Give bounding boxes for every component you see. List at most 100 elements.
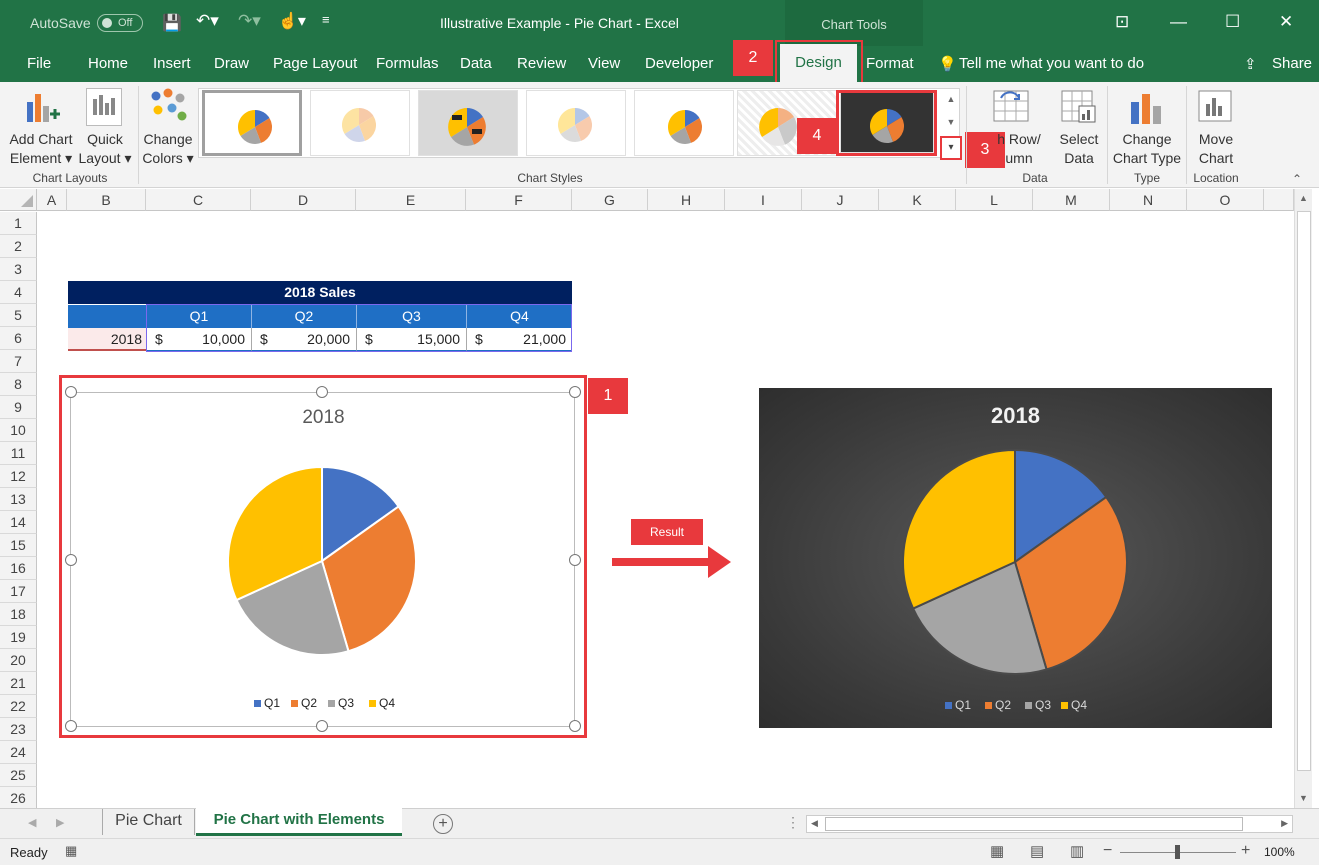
column-header[interactable]: L (956, 189, 1033, 211)
zoom-slider-thumb[interactable] (1175, 845, 1180, 859)
gallery-scroll-up-icon[interactable]: ▲ (944, 88, 958, 110)
column-header[interactable]: H (648, 189, 725, 211)
row-header[interactable]: 23 (0, 718, 37, 741)
row-header[interactable]: 25 (0, 764, 37, 787)
gallery-more-icon[interactable]: ▾ (940, 136, 962, 160)
chart-default-style[interactable]: 2018 Q1 Q2 Q3 Q4 (70, 392, 575, 727)
sheet-tab-pie-chart-with-elements[interactable]: Pie Chart with Elements (196, 808, 402, 836)
resize-handle-left[interactable] (65, 554, 77, 566)
legend-q3[interactable]: Q3 (328, 696, 354, 710)
legend-dark-q3[interactable]: Q3 (1025, 698, 1051, 712)
column-header[interactable]: F (466, 189, 572, 211)
table-title[interactable]: 2018 Sales (68, 281, 572, 304)
legend-dark-q1[interactable]: Q1 (945, 698, 971, 712)
chart-style-5[interactable] (634, 90, 734, 156)
row-header[interactable]: 12 (0, 465, 37, 488)
page-layout-view-icon[interactable]: ▤ (1030, 842, 1044, 860)
zoom-level[interactable]: 100% (1264, 845, 1295, 859)
row-header[interactable]: 5 (0, 304, 37, 327)
resize-handle-top[interactable] (316, 386, 328, 398)
chart-style-4[interactable] (526, 90, 626, 156)
change-chart-type-button[interactable]: Change Chart Type (1108, 130, 1186, 168)
scroll-right-icon[interactable]: ▶ (1281, 818, 1288, 829)
gallery-scroll-down-icon[interactable]: ▼ (944, 111, 958, 133)
column-header[interactable]: G (572, 189, 648, 211)
resize-handle-top-right[interactable] (569, 386, 581, 398)
tab-split-handle-icon[interactable]: ⋮ (786, 814, 800, 831)
select-data-button[interactable]: Select Data (1050, 130, 1108, 168)
row-header[interactable]: 17 (0, 580, 37, 603)
add-sheet-icon[interactable]: + (433, 814, 453, 834)
chart-dark-style[interactable]: 2018 Q1 Q2 Q3 Q4 (759, 388, 1272, 728)
tab-data[interactable]: Data (460, 55, 492, 72)
prev-sheet-icon[interactable]: ◀ (28, 816, 36, 829)
row-header[interactable]: 11 (0, 442, 37, 465)
sheet-tab-pie-chart[interactable]: Pie Chart (102, 809, 195, 835)
chart-style-1[interactable] (202, 90, 302, 156)
macro-record-icon[interactable]: ▦ (65, 843, 77, 859)
horizontal-scrollbar[interactable]: ◀ ▶ (806, 815, 1293, 833)
column-header[interactable]: C (146, 189, 251, 211)
zoom-out-icon[interactable]: − (1103, 842, 1112, 860)
quick-layout-button[interactable]: Quick Layout ▾ (76, 130, 134, 168)
resize-handle-bottom[interactable] (316, 720, 328, 732)
row-header[interactable]: 18 (0, 603, 37, 626)
chart-style-3[interactable] (418, 90, 518, 156)
legend-dark-q2[interactable]: Q2 (985, 698, 1011, 712)
column-header[interactable]: O (1187, 189, 1264, 211)
scrollbar-thumb[interactable] (1297, 211, 1311, 771)
change-colors-icon[interactable] (148, 88, 188, 128)
column-header[interactable]: K (879, 189, 956, 211)
column-header[interactable]: N (1110, 189, 1187, 211)
resize-handle-bottom-left[interactable] (65, 720, 77, 732)
table-header-blank[interactable] (68, 305, 146, 328)
zoom-in-icon[interactable]: + (1241, 842, 1250, 860)
row-header[interactable]: 8 (0, 373, 37, 396)
row-header[interactable]: 22 (0, 695, 37, 718)
close-icon[interactable]: ✕ (1279, 12, 1293, 32)
quick-layout-icon[interactable] (86, 88, 122, 126)
row-header[interactable]: 14 (0, 511, 37, 534)
switch-row-column-icon[interactable] (993, 90, 1029, 124)
row-header[interactable]: 2 (0, 235, 37, 258)
row-header[interactable]: 19 (0, 626, 37, 649)
tab-insert[interactable]: Insert (153, 55, 191, 72)
tab-page-layout[interactable]: Page Layout (273, 55, 357, 72)
move-chart-button[interactable]: Move Chart (1188, 130, 1244, 168)
row-header[interactable]: 9 (0, 396, 37, 419)
row-header[interactable]: 1 (0, 212, 37, 235)
column-header[interactable]: A (37, 189, 67, 211)
row-header[interactable]: 4 (0, 281, 37, 304)
row-header[interactable]: 6 (0, 327, 37, 350)
tab-file[interactable]: File (27, 55, 51, 72)
ribbon-display-options-icon[interactable]: ⊡ (1115, 12, 1129, 32)
select-data-icon[interactable] (1061, 90, 1097, 124)
undo-icon[interactable]: ↶▾ (196, 11, 219, 31)
select-all-corner[interactable] (0, 189, 37, 211)
normal-view-icon[interactable]: ▦ (990, 842, 1004, 860)
scroll-up-icon[interactable]: ▲ (1299, 193, 1308, 203)
vertical-scrollbar[interactable]: ▲ ▼ (1294, 189, 1312, 809)
collapse-ribbon-icon[interactable]: ⌃ (1292, 172, 1302, 186)
column-header[interactable]: E (356, 189, 466, 211)
touch-mode-icon[interactable]: ☝▾ (278, 11, 306, 31)
share-icon[interactable]: ⇪ (1244, 55, 1257, 73)
row-header[interactable]: 20 (0, 649, 37, 672)
column-header[interactable]: B (67, 189, 146, 211)
resize-handle-right[interactable] (569, 554, 581, 566)
row-header[interactable]: 7 (0, 350, 37, 373)
next-sheet-icon[interactable]: ▶ (56, 816, 64, 829)
scroll-down-icon[interactable]: ▼ (1299, 793, 1308, 803)
tab-view[interactable]: View (588, 55, 620, 72)
row-header[interactable]: 13 (0, 488, 37, 511)
tab-developer[interactable]: Developer (645, 55, 713, 72)
table-row-label[interactable]: 2018 (68, 328, 146, 351)
add-chart-element-button[interactable]: Add Chart Element ▾ (2, 130, 80, 168)
tab-home[interactable]: Home (88, 55, 128, 72)
switch-row-column-button[interactable]: h Row/umn (986, 130, 1052, 168)
move-chart-icon[interactable] (1198, 90, 1234, 124)
tab-draw[interactable]: Draw (214, 55, 249, 72)
chart-style-2[interactable] (310, 90, 410, 156)
row-header[interactable]: 26 (0, 787, 37, 810)
maximize-icon[interactable]: ☐ (1225, 12, 1240, 32)
